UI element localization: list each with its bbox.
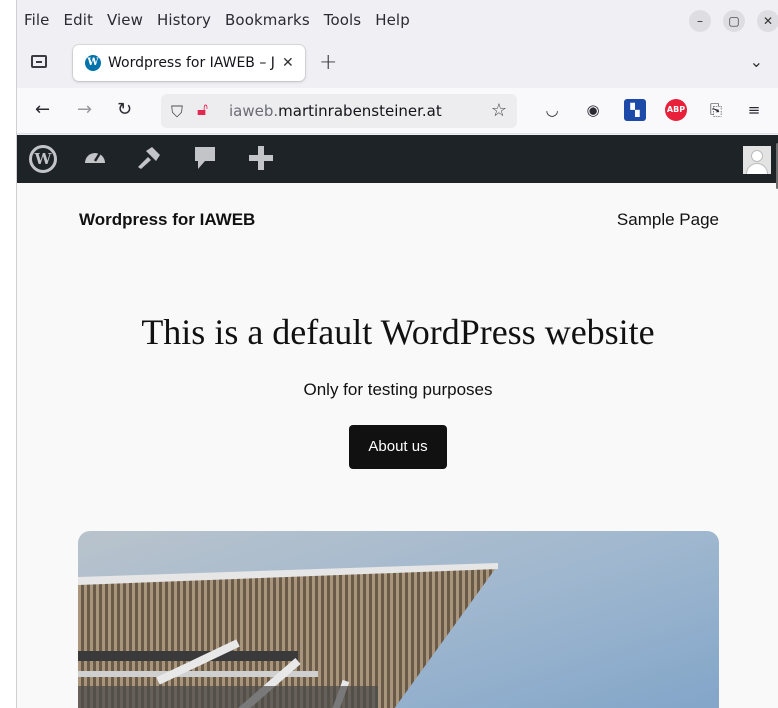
url-bar[interactable]: ⛉ 🔓︎ iaweb.martinrabensteiner.at ☆ — [161, 94, 517, 128]
account-icon[interactable]: ◉ — [582, 99, 604, 121]
wp-admin-bar: W — [17, 135, 778, 183]
menu-bar: File Edit View History Bookmarks Tools H… — [17, 0, 778, 40]
nav-link-sample-page[interactable]: Sample Page — [617, 210, 719, 230]
minimize-button[interactable]: – — [689, 10, 711, 32]
page-viewport: W Wordpress for IAWEB Sample Page This i… — [17, 135, 778, 708]
menu-view[interactable]: View — [107, 11, 143, 29]
extensions-icon[interactable]: ⎘ — [705, 99, 727, 121]
dashboard-icon[interactable] — [81, 145, 109, 173]
hero-heading: This is a default WordPress website — [141, 312, 655, 352]
wordpress-favicon-icon: W — [85, 55, 101, 71]
forward-icon[interactable]: → — [77, 100, 92, 120]
window-controls: – ▢ ✕ — [689, 10, 778, 32]
hero-image — [78, 531, 719, 708]
bookmark-star-icon[interactable]: ☆ — [491, 100, 507, 121]
shield-icon[interactable]: ⛉ — [171, 102, 183, 122]
menu-icon[interactable]: ≡ — [743, 99, 765, 121]
hero-subheading: Only for testing purposes — [303, 380, 493, 399]
new-tab-icon[interactable]: + — [319, 50, 337, 75]
wordpress-logo-icon[interactable]: W — [29, 145, 57, 173]
comments-icon[interactable] — [191, 145, 219, 173]
chevron-down-icon[interactable]: ⌄ — [750, 52, 763, 71]
close-window-button[interactable]: ✕ — [757, 10, 778, 32]
menu-bookmarks[interactable]: Bookmarks — [225, 11, 310, 29]
browser-window: File Edit View History Bookmarks Tools H… — [16, 0, 778, 708]
menu-edit[interactable]: Edit — [64, 11, 93, 29]
new-content-icon[interactable] — [247, 145, 275, 173]
url-text[interactable]: iaweb.martinrabensteiner.at — [229, 102, 442, 120]
building-photo — [78, 531, 719, 708]
tab-active[interactable]: W Wordpress for IAWEB – J ✕ — [73, 45, 305, 81]
tab-strip: W Wordpress for IAWEB – J ✕ + ⌄ — [17, 40, 778, 84]
menu-history[interactable]: History — [157, 11, 211, 29]
customize-icon[interactable] — [135, 145, 163, 173]
back-icon[interactable]: ← — [35, 100, 50, 120]
about-us-button[interactable]: About us — [349, 425, 447, 469]
pocket-icon[interactable]: ◡ — [541, 99, 563, 121]
close-tab-icon[interactable]: ✕ — [282, 55, 294, 71]
menu-file[interactable]: File — [24, 11, 50, 29]
menu-tools[interactable]: Tools — [324, 11, 361, 29]
extension-blue-icon[interactable]: ▚ — [624, 99, 646, 121]
adblock-plus-icon[interactable]: ABP — [665, 99, 687, 121]
tab-list-icon[interactable] — [29, 52, 51, 72]
insecure-lock-icon[interactable]: 🔓︎ — [197, 100, 208, 120]
tab-title: Wordpress for IAWEB – J — [108, 55, 275, 71]
site-title[interactable]: Wordpress for IAWEB — [79, 210, 255, 230]
navigation-toolbar: ← → ↻ ⛉ 🔓︎ iaweb.martinrabensteiner.at ☆… — [17, 88, 778, 134]
avatar[interactable] — [743, 146, 771, 174]
maximize-button[interactable]: ▢ — [723, 10, 745, 32]
menu-help[interactable]: Help — [375, 11, 410, 29]
reload-icon[interactable]: ↻ — [117, 100, 132, 120]
